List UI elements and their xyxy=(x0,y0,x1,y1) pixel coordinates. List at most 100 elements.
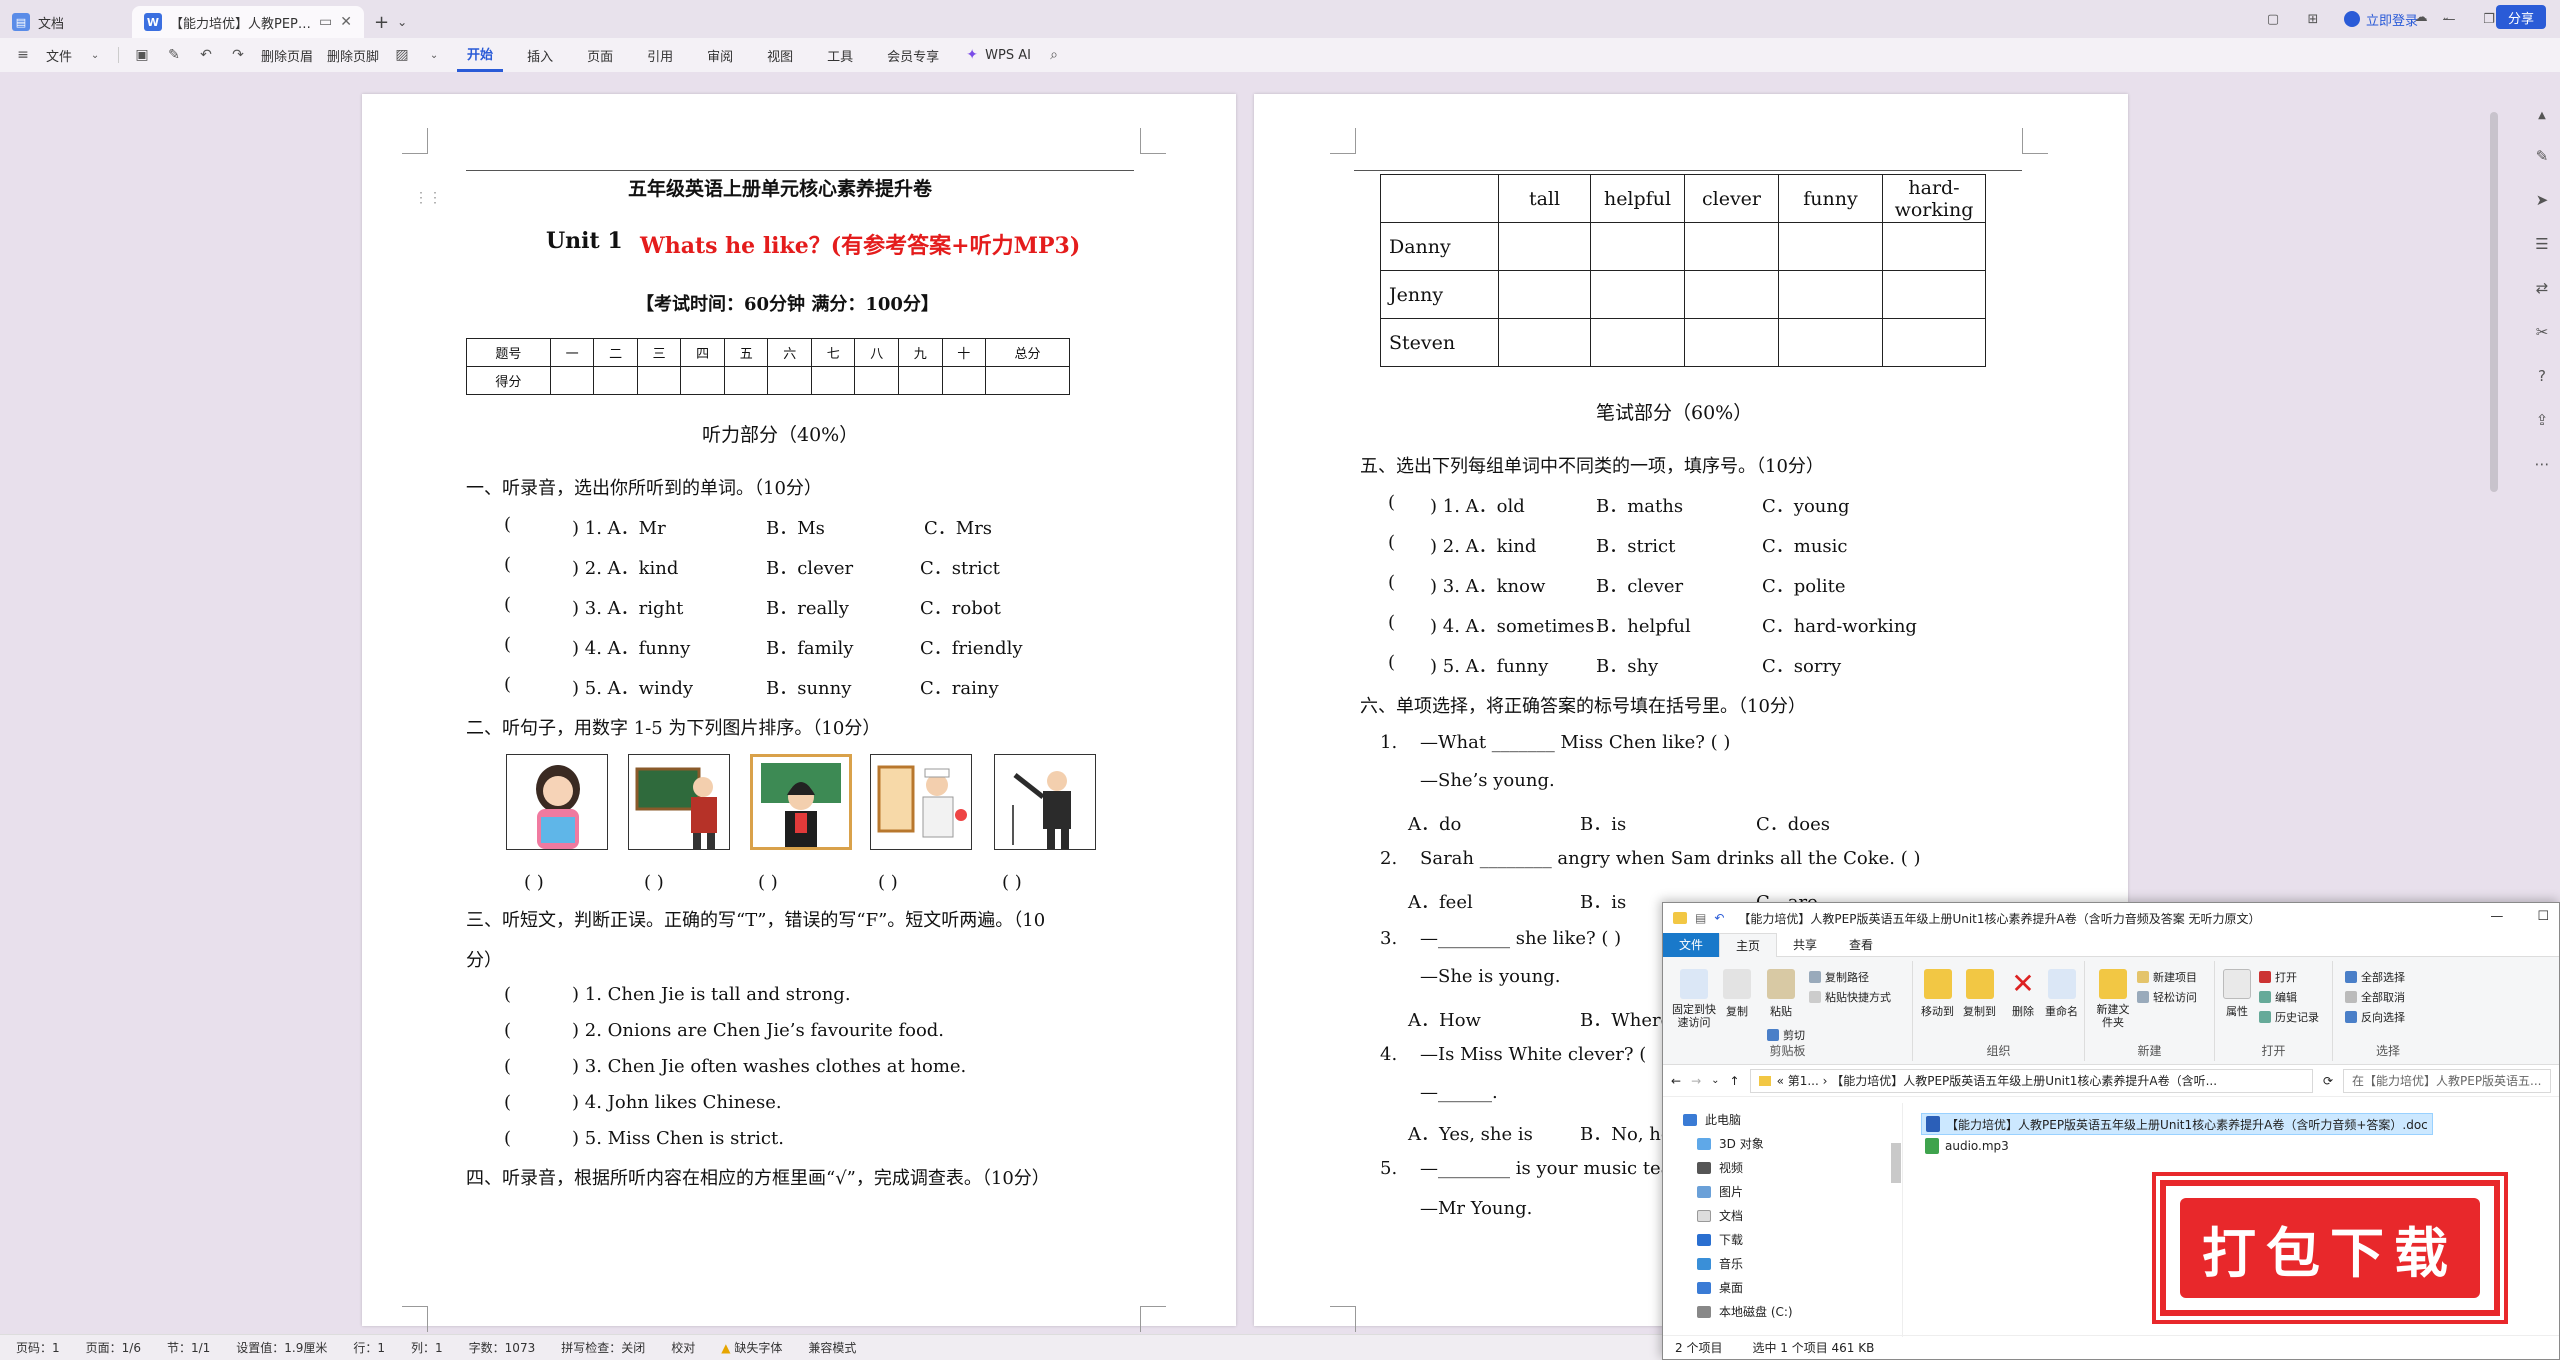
chevron-down-icon[interactable]: ⌄ xyxy=(397,15,407,29)
nav-item-this-pc[interactable]: 此电脑 xyxy=(1683,1111,1741,1128)
delete-button[interactable]: ✕ 删除 xyxy=(2009,969,2037,1019)
nav-item-local-disk[interactable]: 本地磁盘 (C:) xyxy=(1697,1303,1793,1320)
copy-button[interactable]: 复制 xyxy=(1723,969,1751,1019)
rename-button[interactable]: 重命名 xyxy=(2045,969,2078,1019)
tab-view-explorer[interactable]: 查看 xyxy=(1833,933,1889,957)
navigation-scrollbar[interactable] xyxy=(1891,1143,1901,1183)
nav-item-music[interactable]: 音乐 xyxy=(1697,1255,1743,1272)
up-icon[interactable]: ↑ xyxy=(1730,1074,1740,1088)
nav-item-downloads[interactable]: 下载 xyxy=(1697,1231,1743,1248)
tab-tools[interactable]: 工具 xyxy=(817,38,863,72)
table-cell[interactable] xyxy=(1590,222,1685,271)
file-item[interactable]: audio.mp3 xyxy=(1921,1135,2433,1157)
pointer-icon[interactable]: ➤ xyxy=(2536,191,2549,209)
nav-item-pictures[interactable]: 图片 xyxy=(1697,1183,1743,1200)
wps-ai-button[interactable]: WPS AI xyxy=(985,48,1031,63)
tab-references[interactable]: 引用 xyxy=(637,38,683,72)
tab-member[interactable]: 会员专享 xyxy=(877,38,949,72)
table-cell[interactable] xyxy=(985,366,1070,395)
tools-icon[interactable]: ✂ xyxy=(2536,323,2549,341)
document-scrollbar[interactable] xyxy=(2490,112,2498,492)
undo-icon[interactable]: ↶ xyxy=(197,46,215,64)
file-item[interactable]: 【能力培优】人教PEP版英语五年级上册Unit1核心素养提升A卷（含听力音频+答… xyxy=(1921,1113,2433,1135)
chevron-down-icon[interactable]: ⌄ xyxy=(2442,12,2450,23)
nav-item-3d-objects[interactable]: 3D 对象 xyxy=(1697,1135,1764,1152)
address-input[interactable]: « 第1... › 【能力培优】人教PEP版英语五年级上册Unit1核心素养提升… xyxy=(1749,1068,2313,1093)
chevron-down-icon[interactable]: ⌄ xyxy=(86,46,104,64)
table-cell[interactable] xyxy=(1882,270,1986,319)
edit-button[interactable]: 编辑 xyxy=(2259,989,2297,1005)
table-cell[interactable] xyxy=(723,366,769,395)
new-item-button[interactable]: 新建项目 xyxy=(2137,969,2197,985)
tab-review[interactable]: 审阅 xyxy=(697,38,743,72)
status-line[interactable]: 行：1 xyxy=(353,1339,385,1356)
table-cell[interactable] xyxy=(1498,270,1591,319)
table-cell[interactable] xyxy=(898,366,943,395)
more-icon[interactable]: ⋯ xyxy=(2535,455,2550,473)
translate-icon[interactable]: ⇄ xyxy=(2536,279,2549,297)
status-section[interactable]: 节：1/1 xyxy=(167,1339,210,1356)
table-cell[interactable] xyxy=(767,366,812,395)
history-button[interactable]: 历史记录 xyxy=(2259,1009,2319,1025)
table-cell[interactable] xyxy=(1684,270,1779,319)
status-missing-font[interactable]: ▲ 缺失字体 xyxy=(721,1339,782,1356)
tab-page[interactable]: 页面 xyxy=(577,38,623,72)
minimize-icon[interactable]: — xyxy=(2490,909,2503,924)
status-proofread[interactable]: 校对 xyxy=(671,1339,695,1356)
copy-path-button[interactable]: 复制路径 xyxy=(1809,969,1869,985)
menu-icon[interactable]: ≡ xyxy=(14,46,32,64)
nav-item-desktop[interactable]: 桌面 xyxy=(1697,1279,1743,1296)
tab-file[interactable]: 文件 xyxy=(1663,932,1720,957)
properties-button[interactable]: 属性 xyxy=(2223,969,2251,1019)
tab-home[interactable]: ▤ 文档 xyxy=(0,6,132,38)
status-compat-mode[interactable]: 兼容模式 xyxy=(808,1339,856,1356)
search-input[interactable]: 在【能力培优】人教PEP版英语五... xyxy=(2343,1068,2551,1093)
monitor-icon[interactable]: ▭ xyxy=(319,14,332,30)
pen-icon[interactable]: ✎ xyxy=(2536,147,2549,165)
tab-home-ribbon[interactable]: 开始 xyxy=(457,38,504,72)
chevron-down-icon[interactable]: ⌄ xyxy=(425,46,443,64)
table-cell[interactable] xyxy=(1498,222,1591,271)
table-cell[interactable] xyxy=(1882,222,1986,271)
easy-access-button[interactable]: 轻松访问 xyxy=(2137,989,2197,1005)
save-icon[interactable]: ▣ xyxy=(133,46,151,64)
brush-icon[interactable]: ✎ xyxy=(165,46,183,64)
table-cell[interactable] xyxy=(1684,318,1779,367)
table-cell[interactable] xyxy=(636,366,682,395)
tab-view[interactable]: 视图 xyxy=(757,38,803,72)
move-to-button[interactable]: 移动到 xyxy=(1921,969,1954,1019)
table-cell[interactable] xyxy=(593,366,638,395)
select-all-button[interactable]: 全部选择 xyxy=(2345,969,2405,985)
paste-shortcut-button[interactable]: 粘贴快捷方式 xyxy=(1809,989,1891,1005)
scroll-up-icon[interactable]: ▲ xyxy=(2538,110,2546,121)
cloud-icon[interactable]: ☁ xyxy=(2415,10,2428,25)
paste-button[interactable]: 粘贴 xyxy=(1767,969,1795,1019)
delete-header-button[interactable]: 删除页眉 xyxy=(261,46,313,65)
settings-sliders-icon[interactable]: ☰ xyxy=(2535,235,2548,253)
pin-button[interactable]: 固定到快速访问 xyxy=(1669,969,1719,1029)
download-banner[interactable]: 打包下载 xyxy=(2160,1180,2500,1316)
cut-button[interactable]: 剪切 xyxy=(1767,1027,1805,1043)
table-cell[interactable] xyxy=(1590,270,1685,319)
quick-save-icon[interactable]: ▤ xyxy=(1695,911,1706,925)
table-cell[interactable] xyxy=(549,366,595,395)
refresh-icon[interactable]: ⟳ xyxy=(2323,1074,2333,1088)
table-cell[interactable] xyxy=(1778,270,1883,319)
status-page-number[interactable]: 页码：1 xyxy=(16,1339,60,1356)
login-button[interactable]: 立即登录 xyxy=(2343,10,2418,29)
invert-selection-button[interactable]: 反向选择 xyxy=(2345,1009,2405,1025)
redo-icon[interactable]: ↷ xyxy=(229,46,247,64)
close-icon[interactable]: ✕ xyxy=(340,14,352,30)
status-column[interactable]: 列：1 xyxy=(411,1339,443,1356)
tab-home-explorer[interactable]: 主页 xyxy=(1719,932,1778,957)
nav-item-videos[interactable]: 视频 xyxy=(1697,1159,1743,1176)
table-cell[interactable] xyxy=(680,366,725,395)
drag-handle-icon[interactable]: ⋮⋮ xyxy=(414,190,442,206)
new-tab-icon[interactable]: + xyxy=(374,12,389,33)
share-out-icon[interactable]: ⇪ xyxy=(2536,411,2549,429)
search-icon[interactable]: ⌕ xyxy=(1045,46,1063,64)
open-button[interactable]: 打开 xyxy=(2259,969,2297,985)
status-word-count[interactable]: 字数：1073 xyxy=(469,1339,536,1356)
share-button[interactable]: 分享 xyxy=(2495,5,2546,29)
delete-footer-button[interactable]: 删除页脚 xyxy=(327,46,379,65)
